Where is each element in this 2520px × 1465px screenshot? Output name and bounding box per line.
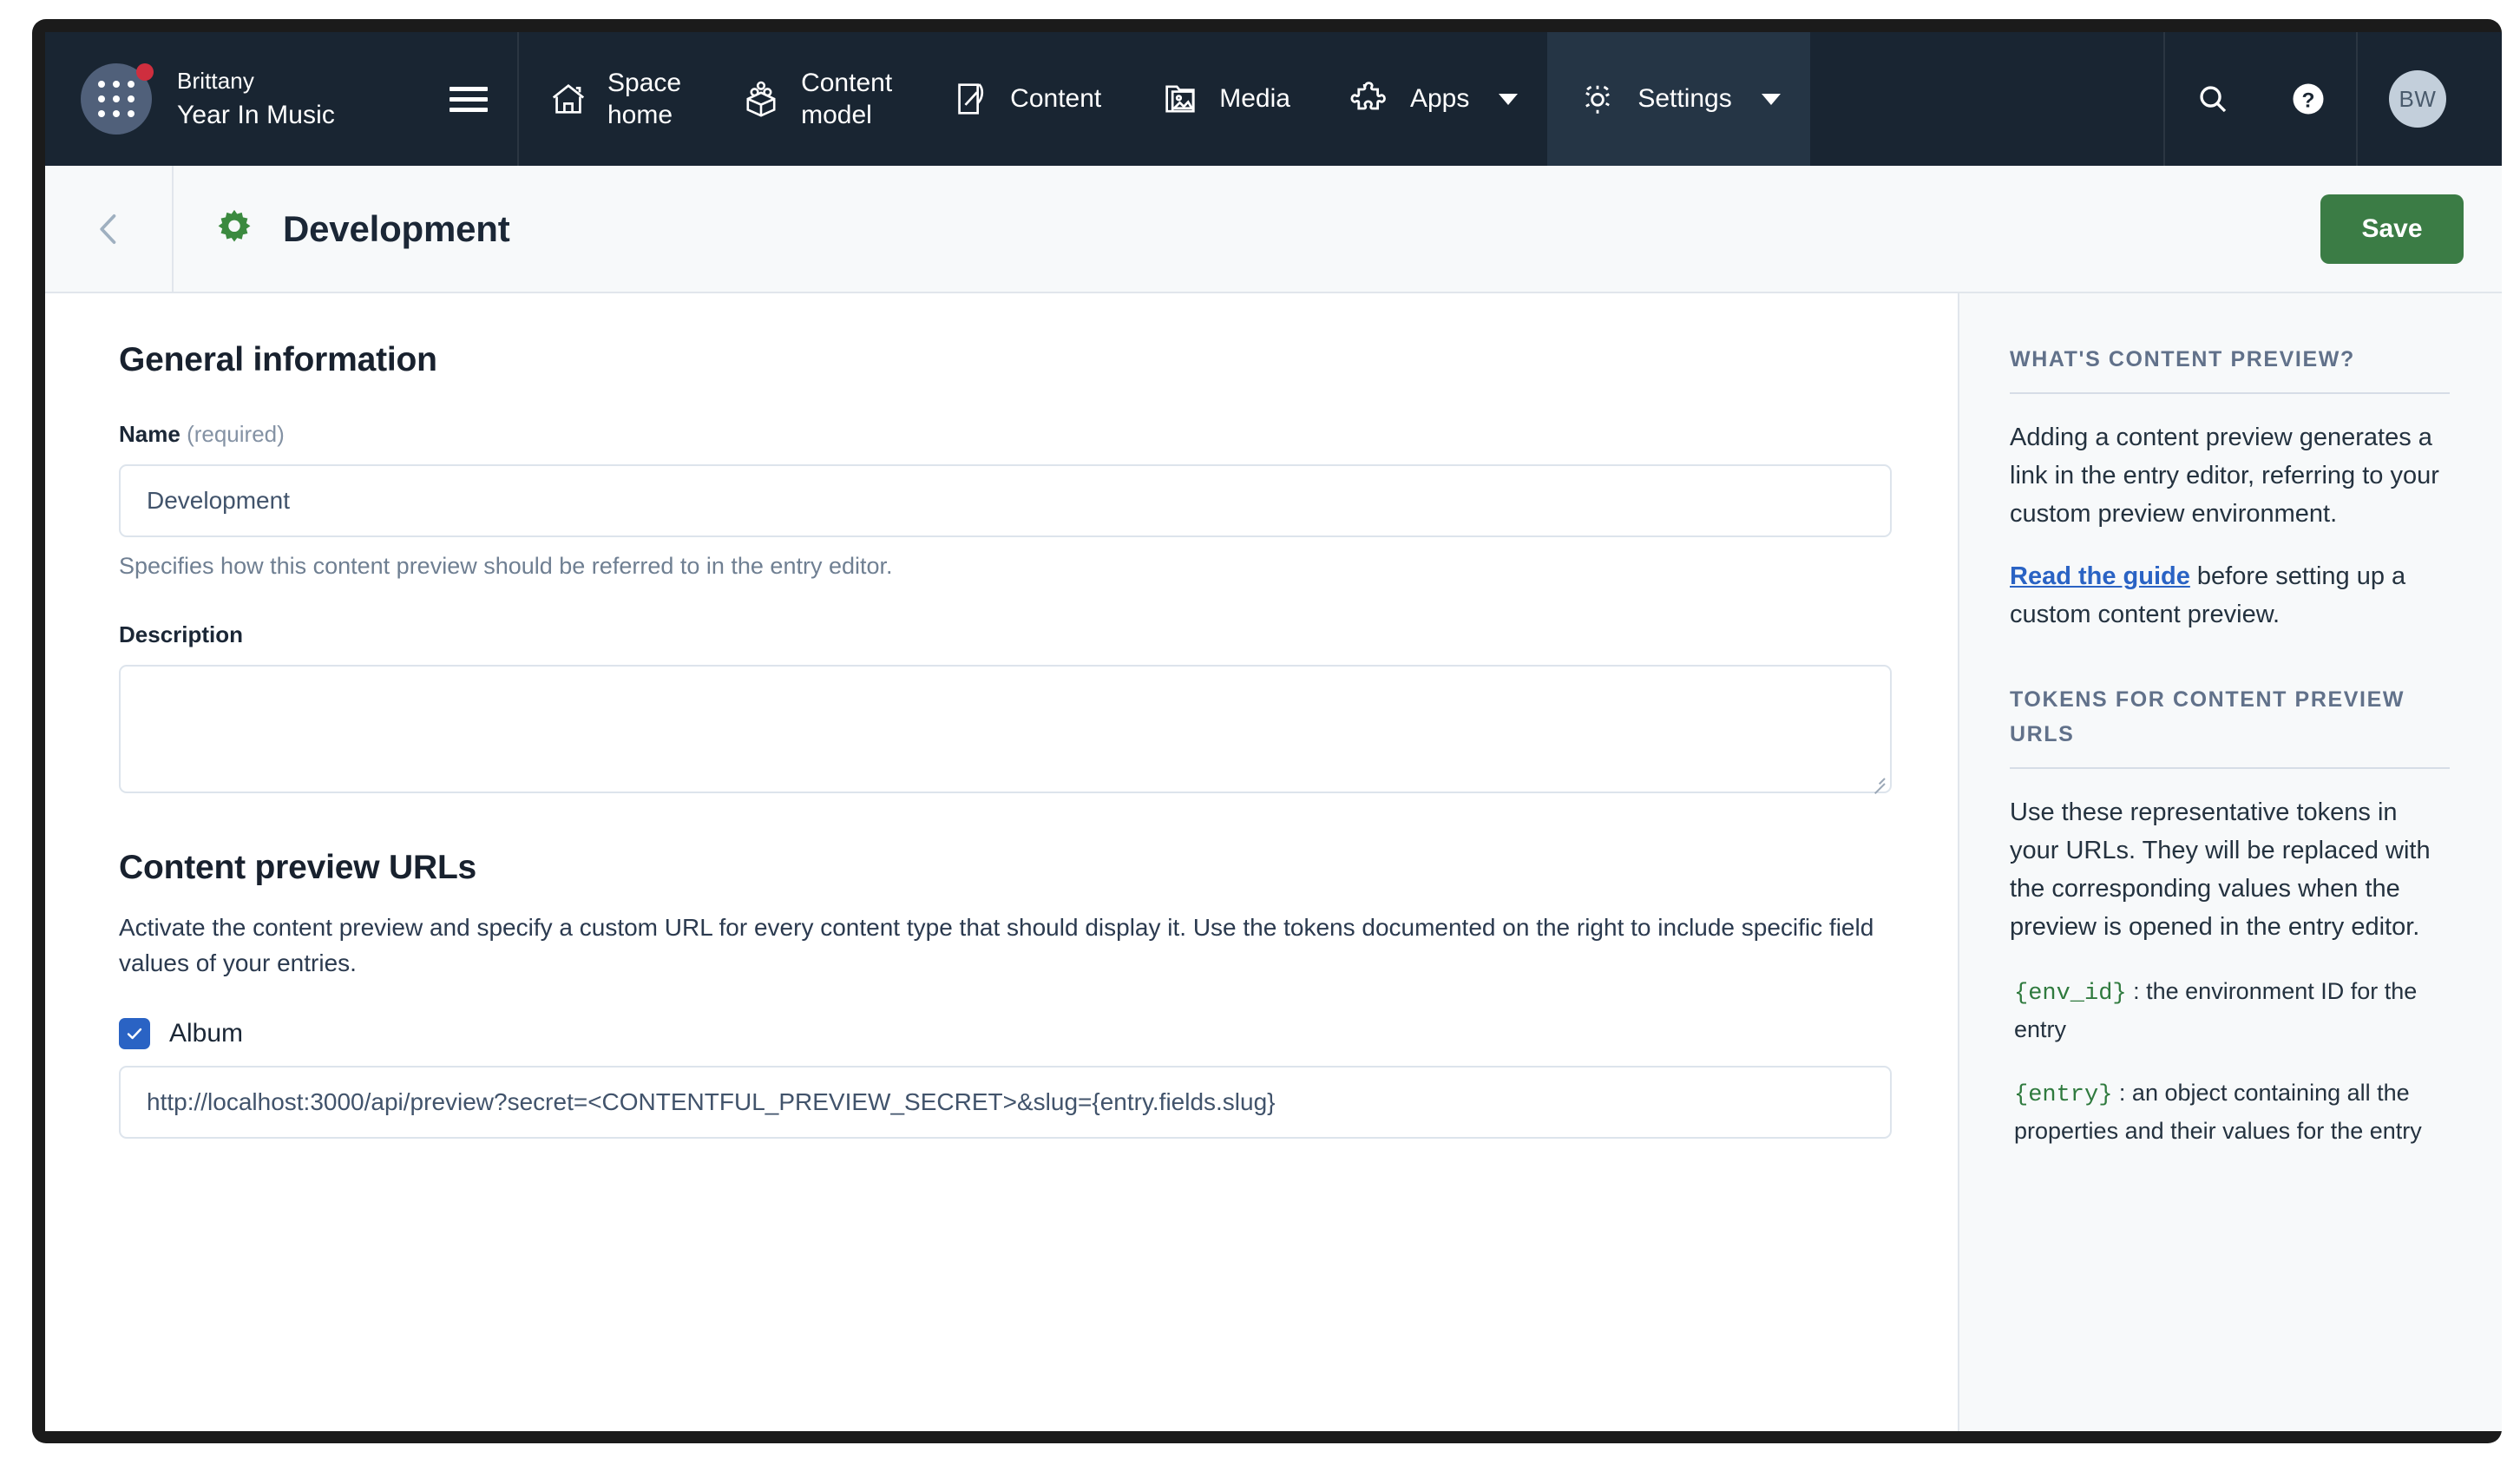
token-item-env-id: {env_id} : the environment ID for the en… [2010,974,2450,1048]
chevron-down-icon [1761,93,1781,105]
avatar: BW [2389,70,2446,128]
token-name-entry: {entry} [2014,1082,2113,1109]
nav-right-actions: ? [2163,32,2356,166]
content-model-icon [740,78,782,120]
album-label: Album [169,1019,244,1048]
token-name-env-id: {env_id} [2014,981,2127,1008]
nav-label: Content model [801,68,893,129]
content-type-row-album[interactable]: Album [119,1018,1892,1050]
apps-puzzle-icon [1349,78,1391,120]
nav-item-media[interactable]: Media [1131,32,1320,166]
space-selector[interactable]: Brittany Year In Music [45,32,519,166]
main-content: General information Name (required) Spec… [45,293,1959,1431]
album-checkbox[interactable] [119,1018,150,1050]
general-information-heading: General information [119,341,437,378]
nav-item-content[interactable]: Content [922,32,1131,166]
space-avatar [81,63,154,135]
nav-item-apps[interactable]: Apps [1320,32,1547,166]
home-icon [548,79,588,119]
gear-icon [212,207,257,252]
notification-dot-icon [136,63,154,81]
browser-frame: Brittany Year In Music Space home Conten… [32,19,2502,1443]
chevron-down-icon [1499,93,1519,105]
name-help-text: Specifies how this content preview shoul… [119,553,893,579]
nav-items: Space home Content model Content Media A… [519,32,2163,166]
token-item-entry: {entry} : an object containing all the p… [2010,1075,2450,1149]
content-preview-urls-heading: Content preview URLs [119,849,477,886]
sidebar-heading-tokens: TOKENS FOR CONTENT PREVIEW URLS [2010,682,2450,769]
back-button[interactable] [45,166,174,292]
name-required-note: (required) [187,421,285,447]
user-menu[interactable]: BW [2356,32,2502,166]
media-icon [1160,79,1200,119]
page-body: General information Name (required) Spec… [45,293,2502,1431]
nav-item-content-model[interactable]: Content model [711,32,922,166]
name-label: Name (required) [119,421,285,447]
description-textarea[interactable] [119,665,1892,793]
content-icon [951,79,991,119]
help-sidebar: WHAT'S CONTENT PREVIEW? Adding a content… [1959,293,2502,1431]
nav-label: Content [1010,84,1102,113]
gear-icon [1577,78,1618,120]
nav-item-space-home[interactable]: Space home [519,32,711,166]
help-question-icon: ? [2290,81,2326,117]
app-window: Brittany Year In Music Space home Conten… [45,32,2502,1431]
page-title-group: Development [174,207,510,252]
help-button[interactable]: ? [2261,32,2356,166]
top-navigation-bar: Brittany Year In Music Space home Conten… [45,32,2502,166]
search-button[interactable] [2165,32,2261,166]
sidebar-para-tokens: Use these representative tokens in your … [2010,798,2431,942]
content-preview-urls-intro: Activate the content preview and specify… [119,914,1874,977]
description-label: Description [119,621,244,647]
nav-label: Space home [607,68,682,129]
sidebar-heading-what-is-content-preview: WHAT'S CONTENT PREVIEW? [2010,342,2450,394]
name-input[interactable] [119,464,1892,537]
search-icon [2195,81,2231,117]
description-field-wrap [119,665,1892,793]
chevron-left-icon [86,207,131,252]
space-name: Year In Music [177,100,335,129]
space-names: Brittany Year In Music [177,66,450,133]
sidebar-para-guide: Read the guide before setting up a custo… [2010,557,2450,634]
nav-item-settings[interactable]: Settings [1547,32,1810,166]
nav-label: Apps [1409,84,1470,113]
read-the-guide-link[interactable]: Read the guide [2010,562,2190,590]
sidebar-para-intro: Adding a content preview generates a lin… [2010,423,2439,528]
page-title: Development [283,207,510,249]
hamburger-menu-icon[interactable] [450,82,488,115]
save-button[interactable]: Save [2320,194,2464,264]
album-preview-url-input[interactable] [119,1066,1892,1140]
nav-label: Settings [1637,84,1732,113]
organization-name: Brittany [177,67,254,94]
page-header: Development Save [45,166,2502,293]
nav-label: Media [1219,84,1290,113]
svg-text:?: ? [2302,89,2315,112]
